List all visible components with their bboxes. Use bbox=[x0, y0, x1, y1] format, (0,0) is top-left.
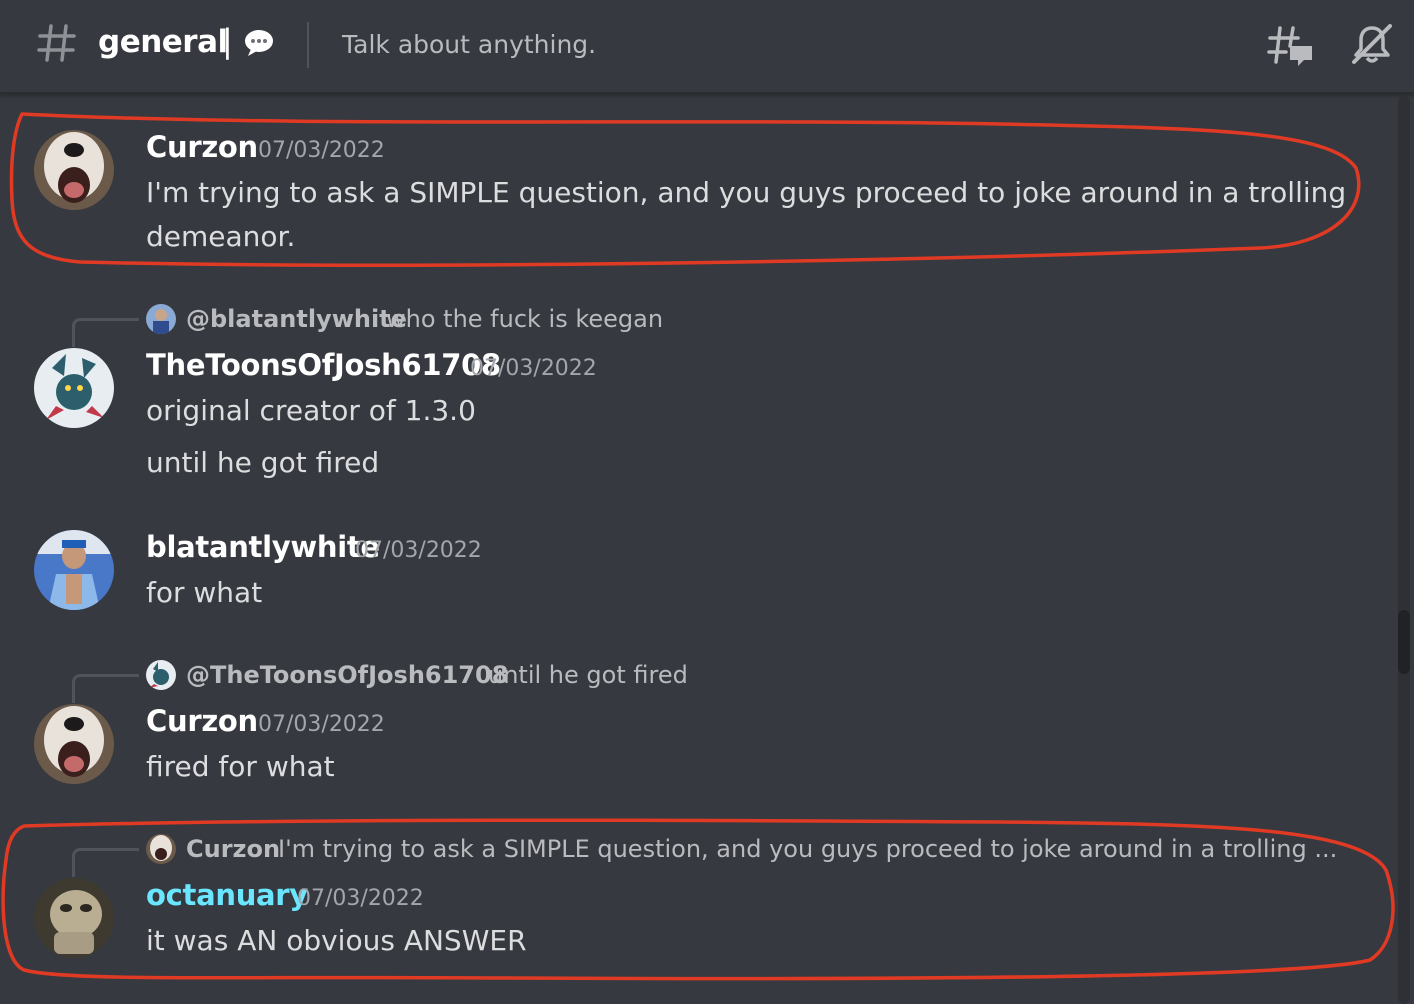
message-timestamp: 07/03/2022 bbox=[297, 886, 424, 911]
channel-header: general | Talk about anything. bbox=[0, 0, 1414, 94]
reply-username[interactable]: @TheToonsOfJosh61708 bbox=[186, 661, 508, 689]
reply-preview-text[interactable]: I'm trying to ask a SIMPLE question, and… bbox=[278, 835, 1337, 863]
threads-icon[interactable] bbox=[1266, 22, 1316, 70]
avatar-octanuary[interactable] bbox=[34, 878, 114, 958]
channel-topic[interactable]: Talk about anything. bbox=[342, 30, 596, 59]
avatar-curzon[interactable] bbox=[34, 704, 114, 784]
channel-separator: | bbox=[222, 22, 233, 60]
reply-preview-text[interactable]: until he got fired bbox=[488, 661, 688, 689]
reply-avatar bbox=[146, 304, 176, 334]
reply-connector bbox=[72, 848, 139, 877]
message-text: original creator of 1.3.0 bbox=[146, 394, 476, 427]
reply-username[interactable]: @blatantlywhite bbox=[186, 305, 407, 333]
message-username[interactable]: TheToonsOfJosh61708 bbox=[146, 348, 501, 382]
scrollbar-track[interactable] bbox=[1398, 96, 1410, 1004]
hash-icon bbox=[37, 24, 76, 62]
scrollbar-thumb[interactable] bbox=[1398, 610, 1410, 674]
mute-bell-icon[interactable] bbox=[1350, 22, 1394, 66]
message-timestamp: 07/03/2022 bbox=[258, 138, 385, 163]
message-timestamp: 07/03/2022 bbox=[470, 356, 597, 381]
message-text: demeanor. bbox=[146, 220, 296, 253]
avatar-curzon[interactable] bbox=[34, 130, 114, 210]
message-text: it was AN obvious ANSWER bbox=[146, 924, 527, 957]
reply-username[interactable]: Curzon bbox=[186, 835, 280, 863]
message-timestamp: 07/03/2022 bbox=[258, 712, 385, 737]
message-timestamp: 07/03/2022 bbox=[355, 538, 482, 563]
message-username[interactable]: blatantlywhite bbox=[146, 530, 380, 564]
message-text: until he got fired bbox=[146, 446, 380, 479]
header-divider bbox=[307, 22, 309, 68]
channel-name: general bbox=[98, 24, 228, 60]
message-text: I'm trying to ask a SIMPLE question, and… bbox=[146, 176, 1347, 209]
message-username[interactable]: Curzon bbox=[146, 130, 258, 164]
message-text: for what bbox=[146, 576, 263, 609]
message-username[interactable]: Curzon bbox=[146, 704, 258, 738]
reply-connector bbox=[72, 674, 139, 703]
message-username[interactable]: octanuary bbox=[146, 878, 308, 912]
reply-preview-text[interactable]: who the fuck is keegan bbox=[386, 305, 663, 333]
avatar-thetoonsofjosh61708[interactable] bbox=[34, 348, 114, 428]
avatar-blatantlywhite[interactable] bbox=[34, 530, 114, 610]
reply-avatar bbox=[146, 834, 176, 864]
reply-avatar bbox=[146, 660, 176, 690]
speech-bubble-emoji-icon bbox=[245, 30, 273, 56]
message-text: fired for what bbox=[146, 750, 335, 783]
reply-connector bbox=[72, 318, 139, 347]
